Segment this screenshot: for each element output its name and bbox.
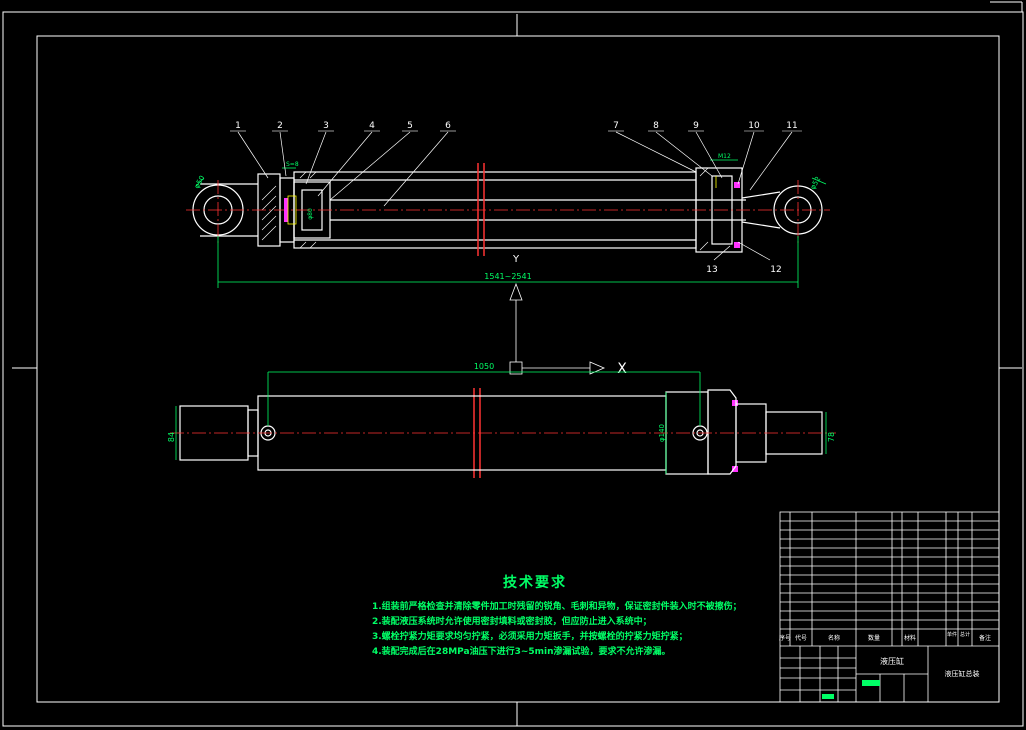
tech-requirements-title: 技术要求 (503, 575, 567, 591)
part-label: 5 (407, 121, 413, 131)
dim-left-pin: φ50 (193, 174, 207, 190)
tech-requirements-list: 1.组装前严格检查并清除零件加工时残留的锐角、毛刺和异物，保证密封件装入时不被擦… (372, 600, 772, 660)
title-block-marks (822, 680, 880, 699)
section-letter: Y (512, 254, 520, 265)
drawing-name: 液压缸总装 (945, 669, 980, 678)
title-block-headers: 序号 代号 名称 数量 材料 单件 总计 备注 (779, 631, 991, 642)
tech-requirement-item: 4.装配完成后在28MPa油压下进行3~5min渗漏试验，要求不允许渗漏。 (372, 647, 671, 657)
col-header: 数量 (868, 634, 880, 642)
bolt-markers (284, 182, 740, 472)
corner-mark (990, 1, 1023, 12)
tech-requirement-item: 2.装配液压系统时允许使用密封填料或密封胶，但应防止进入系统中； (372, 617, 652, 627)
dim-stroke: 1050 (474, 362, 494, 371)
dim-left-end: 84 (167, 432, 176, 442)
col-header: 名称 (828, 634, 840, 642)
drawing-title: 液压缸 (880, 656, 904, 666)
dim-overall-length: 1541~2541 (484, 272, 531, 281)
part-label: 13 (706, 265, 717, 275)
part-label: 11 (786, 121, 797, 131)
col-header: 单件 (947, 631, 957, 638)
col-header: 材料 (904, 634, 916, 642)
part-label: 12 (770, 265, 781, 275)
part-label: 9 (693, 121, 699, 131)
part-label: 6 (445, 121, 451, 131)
dim-rod: φ80 (307, 208, 314, 220)
view-letter: X (617, 361, 627, 377)
part-label: 10 (748, 121, 760, 131)
centerline-top (186, 180, 830, 244)
view-arrow (509, 282, 606, 375)
part-leaders (237, 131, 793, 261)
part-label: 8 (653, 121, 659, 131)
dim-small-gap: S=8 (286, 161, 299, 168)
external-view (179, 389, 823, 475)
col-header: 序号 (779, 634, 791, 642)
tech-requirement-item: 1.组装前严格检查并清除零件加工时残留的锐角、毛刺和异物，保证密封件装入时不被擦… (372, 602, 742, 612)
tech-requirement-item: 3.螺栓拧紧力矩要求均匀拧紧，必须采用力矩扳手，并按螺栓的拧紧力矩拧紧； (372, 632, 688, 642)
part-label: 2 (277, 121, 283, 131)
part-label: 1 (235, 121, 241, 131)
part-label: 3 (323, 121, 329, 131)
col-header: 代号 (795, 634, 807, 642)
dim-bolt-size: M12 (718, 153, 731, 160)
dim-right-pin: φ52 (809, 175, 823, 191)
part-label: 7 (613, 121, 619, 131)
part-label: 4 (369, 121, 375, 131)
dim-bore: φ140 (658, 424, 666, 442)
col-header: 备注 (979, 634, 991, 642)
dim-right-end: 78 (827, 432, 836, 442)
dimension-lines-bottom (175, 371, 827, 474)
col-header: 总计 (960, 631, 970, 638)
